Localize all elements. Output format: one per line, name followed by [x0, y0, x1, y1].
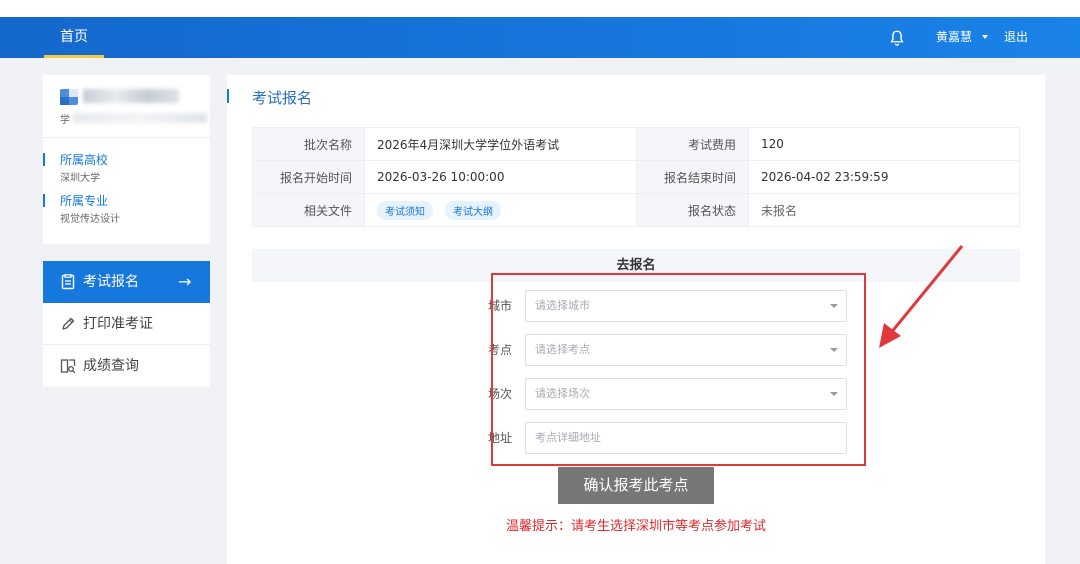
warm-tip: 温馨提示：请考生选择深圳市等考点参加考试 — [505, 519, 766, 534]
start-time-label: 报名开始时间 — [252, 160, 365, 194]
file-tag-exam-notice[interactable]: 考试须知 — [377, 200, 433, 220]
table-row: 批次名称 2026年4月深圳大学学位外语考试 考试费用 120 — [252, 127, 1020, 161]
end-time-value: 2026-04-02 23:59:59 — [748, 160, 1020, 194]
confirm-site-button[interactable]: 确认报考此考点 — [558, 467, 714, 504]
batch-name-label: 批次名称 — [252, 127, 365, 161]
user-name[interactable]: 黄嘉慧 — [936, 17, 972, 58]
bell-icon[interactable] — [888, 29, 906, 47]
main-panel: 考试报名 批次名称 2026年4月深圳大学学位外语考试 考试费用 120 报名开… — [227, 75, 1045, 564]
document-icon — [61, 274, 75, 290]
sidebar-item-score-query[interactable]: 成绩查询 — [43, 345, 210, 387]
nav-active-indicator — [44, 55, 104, 58]
sidebar-menu: 考试报名 → 打印准考证 成绩查询 — [43, 261, 210, 387]
sidebar-item-exam-registration[interactable]: 考试报名 → — [43, 261, 210, 303]
annotation-highlight-box — [491, 273, 866, 466]
table-row: 报名开始时间 2026-03-26 10:00:00 报名结束时间 2026-0… — [252, 160, 1020, 194]
exam-info-table: 批次名称 2026年4月深圳大学学位外语考试 考试费用 120 报名开始时间 2… — [252, 127, 1020, 227]
pencil-icon — [62, 317, 75, 330]
nav-home-link[interactable]: 首页 — [44, 17, 104, 58]
fee-value: 120 — [748, 127, 1020, 161]
status-label: 报名状态 — [636, 193, 749, 227]
arrow-right-icon: → — [178, 272, 192, 291]
files-label: 相关文件 — [252, 193, 365, 227]
sidebar-item-label: 成绩查询 — [83, 358, 139, 374]
major-label: 所属专业 — [60, 194, 109, 208]
batch-name-value: 2026年4月深圳大学学位外语考试 — [364, 127, 637, 161]
student-name-redacted — [83, 89, 179, 103]
sidebar-item-print-admission[interactable]: 打印准考证 — [43, 303, 210, 345]
student-id-redacted — [73, 113, 207, 123]
top-margin — [0, 0, 1080, 17]
student-id-prefix: 学 — [60, 115, 70, 126]
title-accent-bar — [227, 89, 229, 103]
profile-card: 学 所属高校 深圳大学 所属专业 视觉传达设计 — [43, 75, 210, 244]
end-time-label: 报名结束时间 — [636, 160, 749, 194]
school-value: 深圳大学 — [60, 173, 100, 184]
sidebar-item-label: 打印准考证 — [83, 316, 153, 332]
top-navbar: 首页 黄嘉慧 退出 — [0, 17, 1080, 58]
fee-label: 考试费用 — [636, 127, 749, 161]
table-row: 相关文件 考试须知 考试大纲 报名状态 未报名 — [252, 193, 1020, 227]
avatar — [60, 89, 78, 105]
divider — [43, 137, 210, 138]
file-tag-exam-syllabus[interactable]: 考试大纲 — [445, 200, 501, 220]
sidebar-item-label: 考试报名 — [83, 274, 139, 290]
school-label: 所属高校 — [60, 153, 109, 167]
status-value: 未报名 — [748, 193, 1020, 227]
start-time-value: 2026-03-26 10:00:00 — [364, 160, 637, 194]
search-doc-icon — [60, 359, 76, 374]
page-title: 考试报名 — [252, 89, 313, 107]
chevron-down-icon[interactable] — [982, 35, 988, 39]
accent-bar — [43, 153, 45, 166]
accent-bar — [43, 194, 45, 207]
files-value: 考试须知 考试大纲 — [364, 193, 637, 227]
major-value: 视觉传达设计 — [60, 214, 120, 225]
logout-link[interactable]: 退出 — [1004, 17, 1028, 58]
